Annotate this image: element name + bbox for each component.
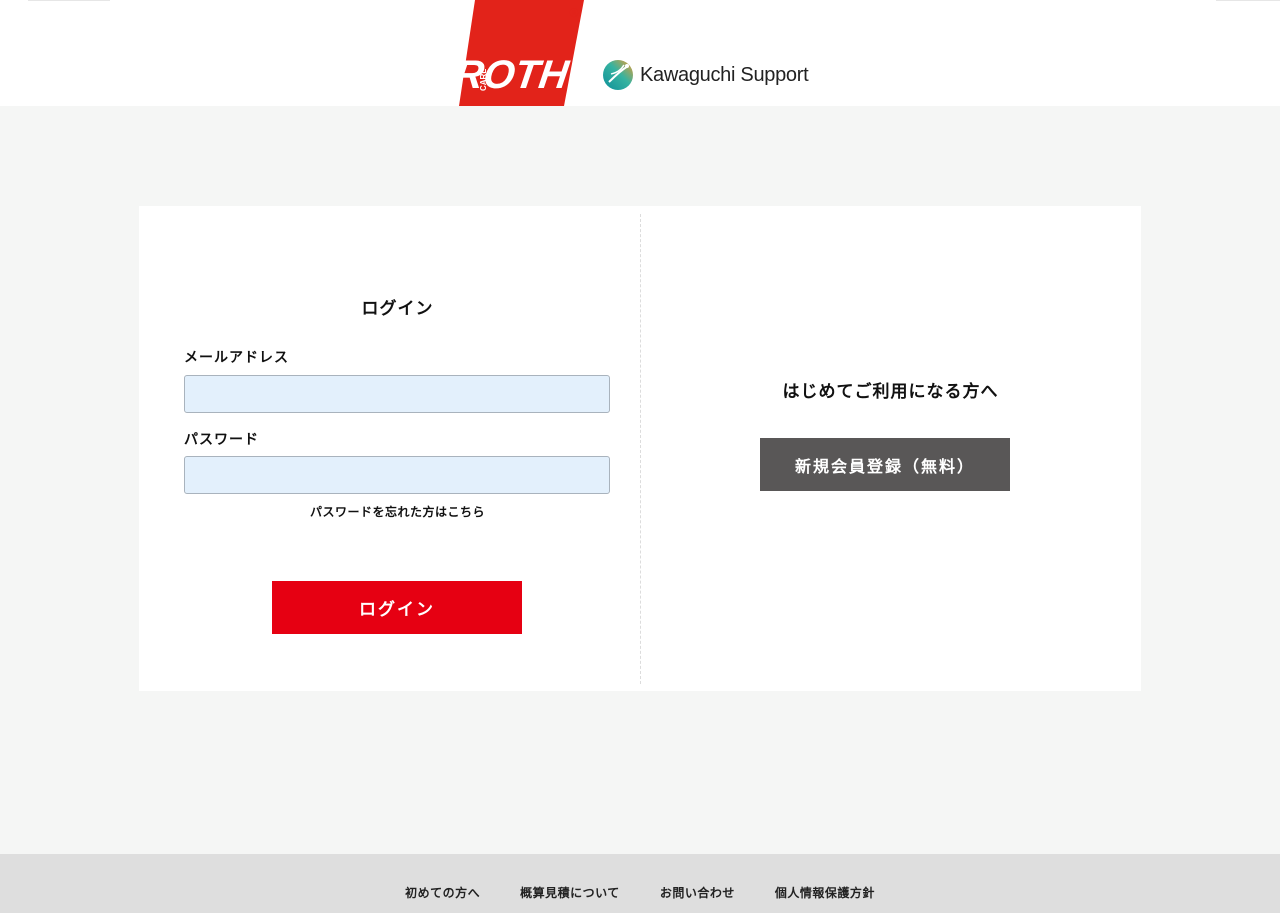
password-label: パスワード xyxy=(184,432,259,448)
kawaguchi-support-text: Kawaguchi Support xyxy=(640,63,809,86)
header-divider-left xyxy=(28,0,110,1)
header-divider-right xyxy=(1216,0,1280,1)
login-panel: ログイン メールアドレス パスワード パスワードを忘れた方はこちら ログイン は… xyxy=(139,206,1141,691)
password-field[interactable] xyxy=(184,456,610,494)
forgot-password-link[interactable]: パスワードを忘れた方はこちら xyxy=(139,503,656,520)
roth-logo[interactable]: CARL ROTH ® xyxy=(456,0,588,106)
site-header: CARL ROTH ® Kawaguchi Support xyxy=(0,0,1280,106)
footer-link-estimate[interactable]: 概算見積について xyxy=(520,884,620,901)
login-button[interactable]: ログイン xyxy=(272,581,522,634)
registered-mark: ® xyxy=(568,6,580,20)
email-label: メールアドレス xyxy=(184,350,289,366)
footer-link-first-time[interactable]: 初めての方へ xyxy=(405,884,480,901)
first-time-heading: はじめてご利用になる方へ xyxy=(782,382,999,402)
kawaguchi-support-logo[interactable]: Kawaguchi Support xyxy=(602,57,809,93)
footer-link-privacy[interactable]: 個人情報保護方針 xyxy=(775,884,875,901)
email-field[interactable] xyxy=(184,375,610,413)
register-button[interactable]: 新規会員登録（無料） xyxy=(760,438,1010,491)
site-footer: 初めての方へ 概算見積について お問い合わせ 個人情報保護方針 xyxy=(0,854,1280,913)
kawaguchi-support-mark-icon xyxy=(603,60,633,90)
panel-divider xyxy=(640,214,641,684)
login-heading: ログイン xyxy=(361,299,434,319)
roth-logo-text: ROTH xyxy=(456,52,572,97)
footer-link-contact[interactable]: お問い合わせ xyxy=(660,884,735,901)
footer-nav: 初めての方へ 概算見積について お問い合わせ 個人情報保護方針 xyxy=(0,884,1280,901)
